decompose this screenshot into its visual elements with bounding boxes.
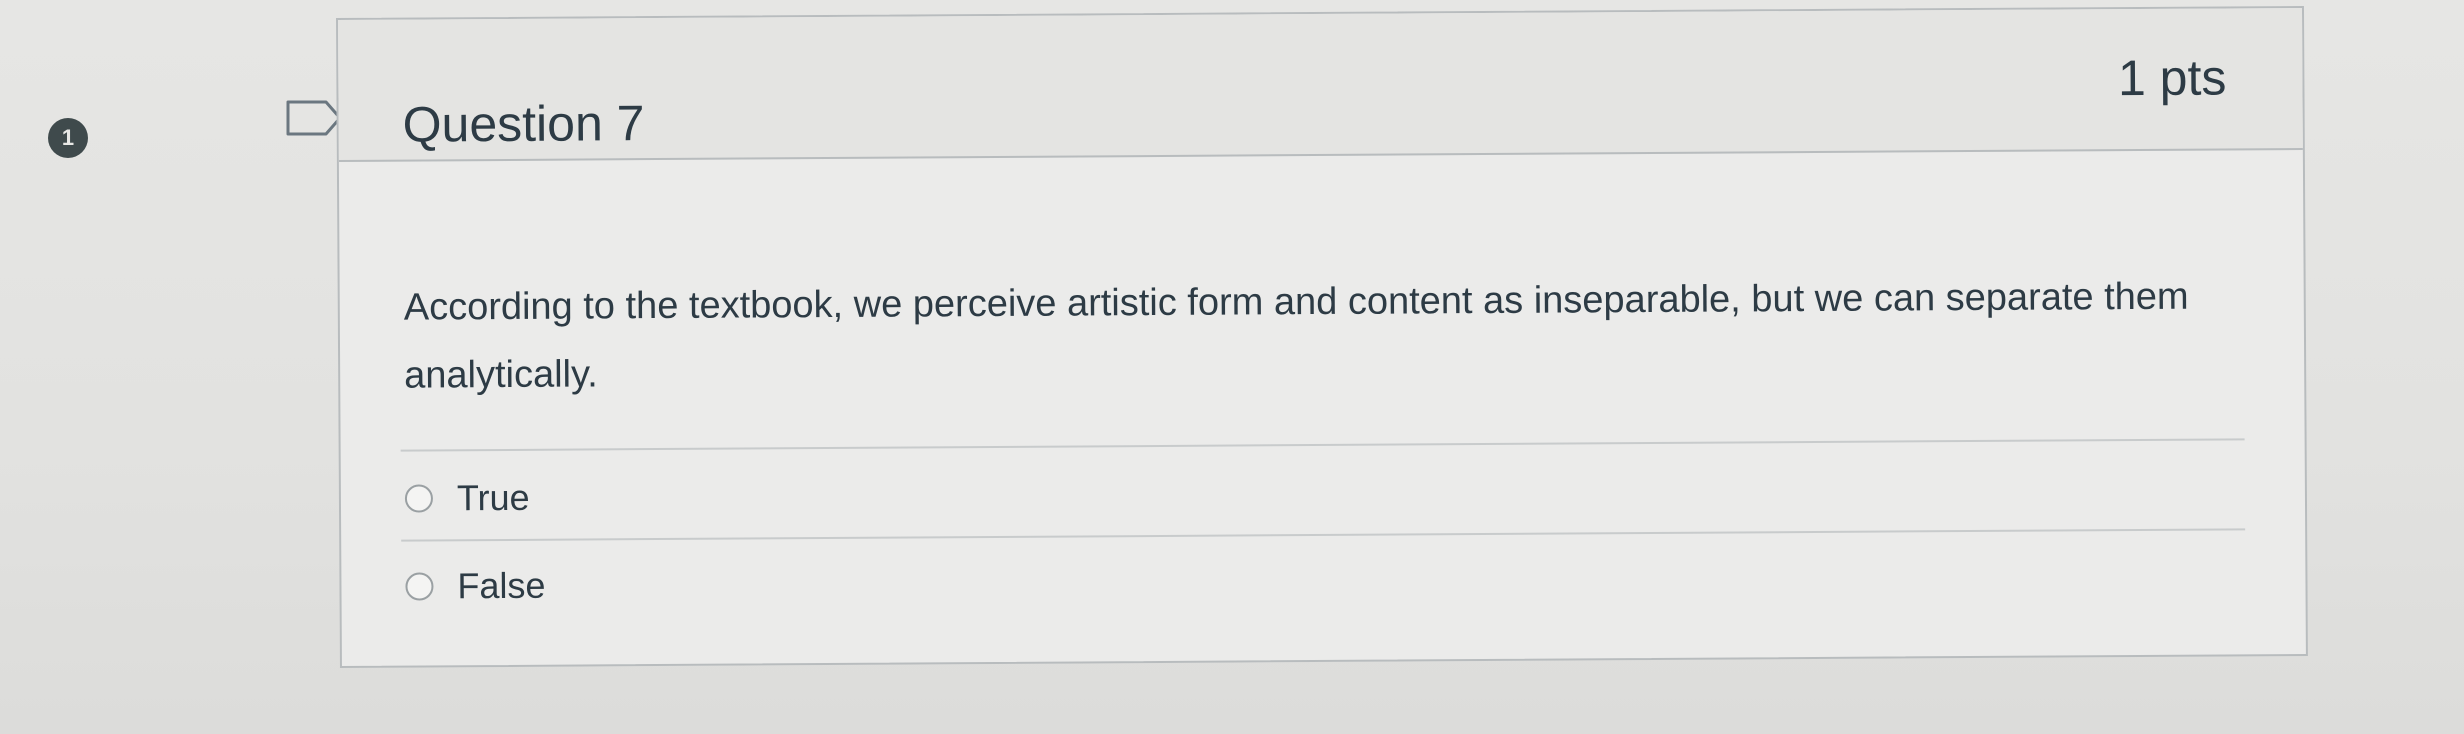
question-header: Question 7 1 pts [338,7,2303,162]
question-points: 1 pts [2117,49,2227,107]
answer-divider [400,438,2245,452]
question-text: According to the textbook, we perceive a… [403,275,2189,397]
radio-button-true[interactable] [404,484,434,513]
question-title: Question 7 [402,95,645,153]
answer-label-true: True [456,476,530,519]
answer-divider [401,528,2246,542]
question-number-label: 1 [61,125,75,150]
question-card: Question 7 1 pts According to the textbo… [336,5,2308,668]
question-body: According to the textbook, we perceive a… [339,150,2306,668]
answer-option-true[interactable]: True [404,476,530,520]
answer-label-false: False [457,564,546,607]
answer-option-false[interactable]: False [405,564,546,608]
radio-button-false[interactable] [405,572,434,601]
question-status-badge: 1 [48,118,88,158]
